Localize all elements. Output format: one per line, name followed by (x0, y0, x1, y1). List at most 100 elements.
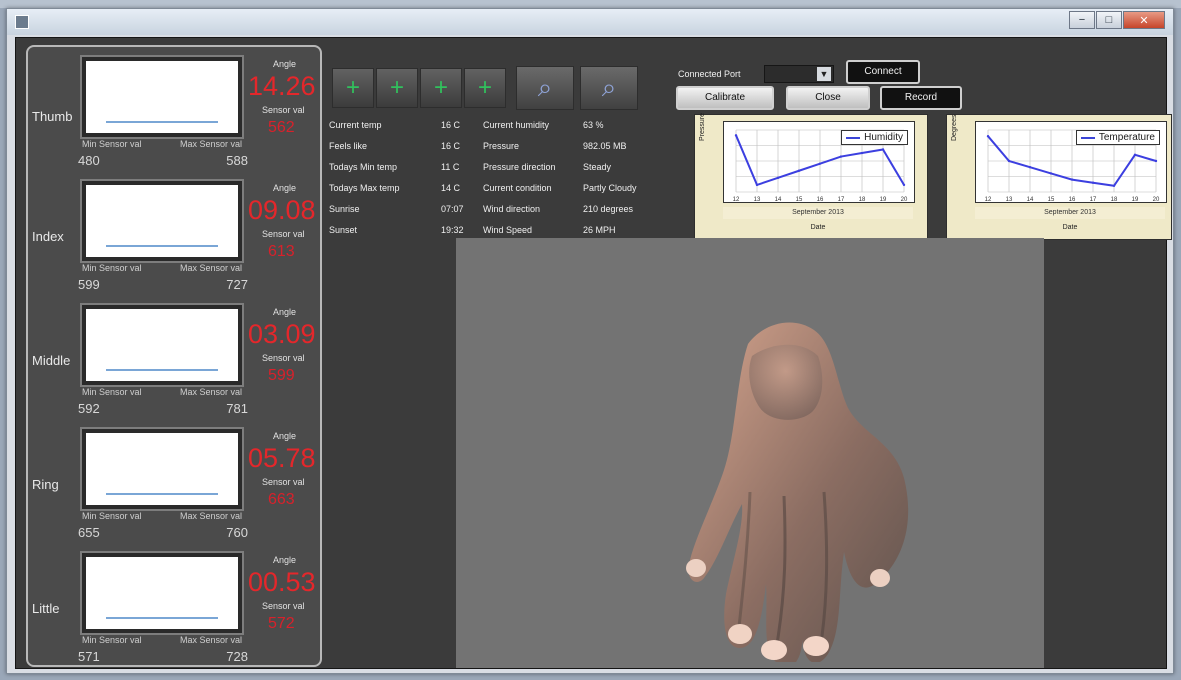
calibrate-button[interactable]: Calibrate (676, 86, 774, 110)
min-value: 655 (78, 525, 100, 540)
nail-little (728, 624, 752, 644)
weather-value: 210 degrees (583, 204, 634, 214)
toolbar-button-4[interactable]: + (464, 68, 506, 108)
app-icon (15, 15, 29, 29)
desktop-strip (0, 0, 1181, 8)
sensor-label: Sensor val (262, 105, 305, 115)
weather-panel: Current temp 16 C Feels like 16 C Todays… (329, 116, 669, 246)
data-point (1049, 172, 1053, 175)
max-value: 727 (226, 277, 248, 292)
x-tick-label: 18 (1111, 197, 1118, 202)
plot-line (106, 121, 218, 123)
plus-icon: + (345, 74, 360, 101)
weather-value: 26 MPH (583, 225, 616, 235)
finger-name: Little (32, 601, 60, 616)
weather-value: 14 C (441, 183, 461, 193)
zoom-in-button[interactable]: ⌕ (516, 66, 574, 110)
hand-viewport[interactable] (456, 238, 1044, 668)
ring-plot (82, 429, 242, 509)
max-label: Max Sensor val (179, 263, 242, 273)
min-label: Min Sensor val (82, 635, 142, 645)
toolbar-button-1[interactable]: + (332, 68, 374, 108)
min-label: Min Sensor val (82, 511, 142, 521)
sensor-value: 613 (268, 243, 295, 260)
max-value: 781 (226, 401, 248, 416)
close-window-button[interactable]: ✕ (1123, 11, 1165, 29)
max-label: Max Sensor val (179, 635, 242, 645)
min-label: Min Sensor val (82, 139, 142, 149)
minmax-values: 571 728 (78, 649, 248, 664)
legend-label: Humidity (864, 132, 903, 143)
angle-label: Angle (273, 183, 297, 193)
humidity-xlabel: Date (810, 224, 826, 231)
min-value: 599 (78, 277, 100, 292)
connect-button[interactable]: Connect (846, 60, 920, 84)
minimize-button[interactable]: − (1069, 11, 1095, 29)
x-tick-label: 19 (880, 197, 887, 202)
angle-label: Angle (273, 555, 297, 565)
x-tick-label: 12 (733, 197, 740, 202)
index-plot (82, 181, 242, 261)
data-point (776, 176, 780, 180)
max-value: 728 (226, 649, 248, 664)
temperature-legend: Temperature (1075, 130, 1160, 145)
middle-plot (82, 305, 242, 385)
plus-icon: + (433, 74, 448, 101)
x-tick-label: 17 (838, 197, 845, 202)
weather-label: Sunset (329, 225, 358, 235)
weather-value: Steady (583, 162, 612, 172)
humidity-xaxis: September 2013 (723, 207, 913, 219)
x-tick-label: 15 (796, 197, 803, 202)
connected-port-label: Connected Port (678, 69, 741, 79)
minmax-labels: Min Sensor val Max Sensor val (82, 387, 242, 397)
weather-value: 982.05 MB (583, 141, 627, 151)
x-tick-label: 12 (985, 197, 992, 202)
data-point (755, 183, 759, 187)
min-value: 592 (78, 401, 100, 416)
weather-value: 07:07 (441, 204, 464, 214)
zoom-in-icon: ⌕ (537, 72, 553, 102)
finger-name: Ring (32, 477, 59, 492)
port-select[interactable]: ▼ (764, 65, 834, 83)
weather-value: 11 C (441, 162, 460, 172)
x-tick-label: 15 (1048, 197, 1055, 202)
minmax-labels: Min Sensor val Max Sensor val (82, 635, 242, 645)
plot-line (106, 369, 218, 371)
weather-label: Feels like (329, 141, 368, 151)
data-point (797, 169, 801, 172)
x-tick-label: 18 (859, 197, 866, 202)
weather-label: Wind direction (483, 204, 541, 214)
x-tick-label: 20 (1153, 197, 1160, 202)
max-label: Max Sensor val (179, 139, 242, 149)
toolbar-button-2[interactable]: + (376, 68, 418, 108)
nail-index (686, 559, 706, 577)
weather-label: Sunrise (329, 204, 360, 214)
record-button[interactable]: Record (880, 86, 962, 110)
plot-line (106, 493, 218, 495)
plot-line (106, 245, 218, 247)
data-point (1028, 166, 1032, 169)
temperature-plot: 12 13 14 15 16 17 18 19 20 Temperature (975, 121, 1167, 203)
weather-label: Pressure (483, 141, 520, 151)
sensor-value: 572 (268, 615, 295, 632)
thumb-plot (82, 57, 242, 137)
maximize-button[interactable]: □ (1096, 11, 1122, 29)
data-point (1070, 178, 1074, 181)
data-point (1112, 184, 1116, 187)
finger-index: Index Min Sensor val Max Sensor val 599 … (28, 171, 324, 292)
hand-model (686, 322, 909, 662)
finger-name: Thumb (32, 109, 73, 124)
zoom-out-button[interactable]: ⌕ (580, 66, 638, 110)
weather-value: 16 C (441, 141, 461, 151)
angle-value: 05.78 (248, 443, 316, 473)
data-point (1133, 153, 1137, 156)
minmax-values: 655 760 (78, 525, 248, 540)
finger-little: Little Min Sensor val Max Sensor val 571… (28, 543, 324, 664)
toolbar-button-3[interactable]: + (420, 68, 462, 108)
close-button[interactable]: Close (786, 86, 870, 110)
angle-value: 03.09 (248, 319, 316, 349)
nail-thumb (870, 569, 890, 587)
humidity-plot: 12 13 14 15 16 17 18 19 20 Humidity (723, 121, 915, 203)
data-point (1091, 181, 1095, 184)
weather-label: Pressure direction (483, 162, 556, 172)
